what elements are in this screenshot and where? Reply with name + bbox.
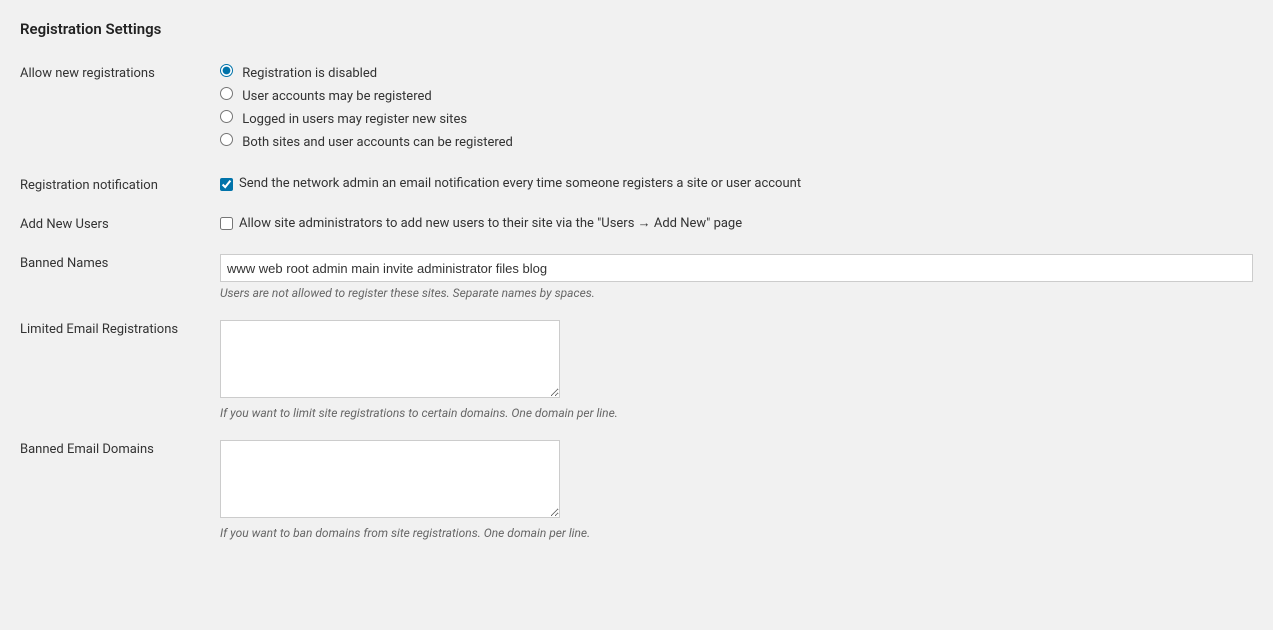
notification-checkbox-text: Send the network admin an email notifica… bbox=[239, 176, 801, 191]
notification-checkbox[interactable] bbox=[220, 178, 233, 191]
row-limited-email-registrations: Limited Email Registrations If you want … bbox=[20, 310, 1253, 430]
row-banned-email-domains: Banned Email Domains If you want to ban … bbox=[20, 430, 1253, 550]
add-users-checkbox-row: Allow site administrators to add new use… bbox=[220, 215, 1253, 231]
radio-label-logged[interactable]: Logged in users may register new sites bbox=[220, 110, 1253, 127]
row-banned-names: Banned Names Users are not allowed to re… bbox=[20, 244, 1253, 310]
radio-logged[interactable] bbox=[220, 110, 233, 123]
page-title: Registration Settings bbox=[20, 20, 1253, 38]
limited-email-label: Limited Email Registrations bbox=[20, 322, 178, 337]
banned-names-description: Users are not allowed to register these … bbox=[220, 286, 1253, 300]
notification-checkbox-label[interactable]: Send the network admin an email notifica… bbox=[220, 176, 1253, 191]
banned-names-input[interactable] bbox=[220, 254, 1253, 282]
row-allow-registrations: Allow new registrations Registration is … bbox=[20, 54, 1253, 166]
add-new-users-label: Add New Users bbox=[20, 217, 109, 232]
banned-names-label: Banned Names bbox=[20, 256, 108, 271]
radio-both[interactable] bbox=[220, 133, 233, 146]
banned-email-domains-label: Banned Email Domains bbox=[20, 442, 154, 457]
allow-new-registrations-label: Allow new registrations bbox=[20, 66, 155, 81]
limited-email-description: If you want to limit site registrations … bbox=[220, 406, 1253, 420]
radio-user[interactable] bbox=[220, 87, 233, 100]
row-registration-notification: Registration notification Send the netwo… bbox=[20, 166, 1253, 205]
add-users-checkbox-label[interactable]: Allow site administrators to add new use… bbox=[220, 215, 1253, 231]
radio-label-text-both: Both sites and user accounts can be regi… bbox=[242, 135, 513, 150]
banned-email-domains-description: If you want to ban domains from site reg… bbox=[220, 526, 1253, 540]
radio-label-text-logged: Logged in users may register new sites bbox=[242, 112, 467, 127]
radio-label-user[interactable]: User accounts may be registered bbox=[220, 87, 1253, 104]
registration-notification-label: Registration notification bbox=[20, 178, 158, 193]
notification-checkbox-row: Send the network admin an email notifica… bbox=[220, 176, 1253, 191]
add-users-checkbox-text: Allow site administrators to add new use… bbox=[239, 215, 742, 231]
radio-label-text-disabled: Registration is disabled bbox=[242, 66, 377, 81]
registration-options: Registration is disabled User accounts m… bbox=[220, 64, 1253, 150]
add-users-checkbox[interactable] bbox=[220, 217, 233, 230]
banned-email-domains-textarea[interactable] bbox=[220, 440, 560, 518]
radio-disabled[interactable] bbox=[220, 64, 233, 77]
radio-label-disabled[interactable]: Registration is disabled bbox=[220, 64, 1253, 81]
limited-email-textarea[interactable] bbox=[220, 320, 560, 398]
radio-label-both[interactable]: Both sites and user accounts can be regi… bbox=[220, 133, 1253, 150]
row-add-new-users: Add New Users Allow site administrators … bbox=[20, 205, 1253, 244]
radio-label-text-user: User accounts may be registered bbox=[242, 89, 431, 104]
registration-settings-table: Allow new registrations Registration is … bbox=[20, 54, 1253, 550]
